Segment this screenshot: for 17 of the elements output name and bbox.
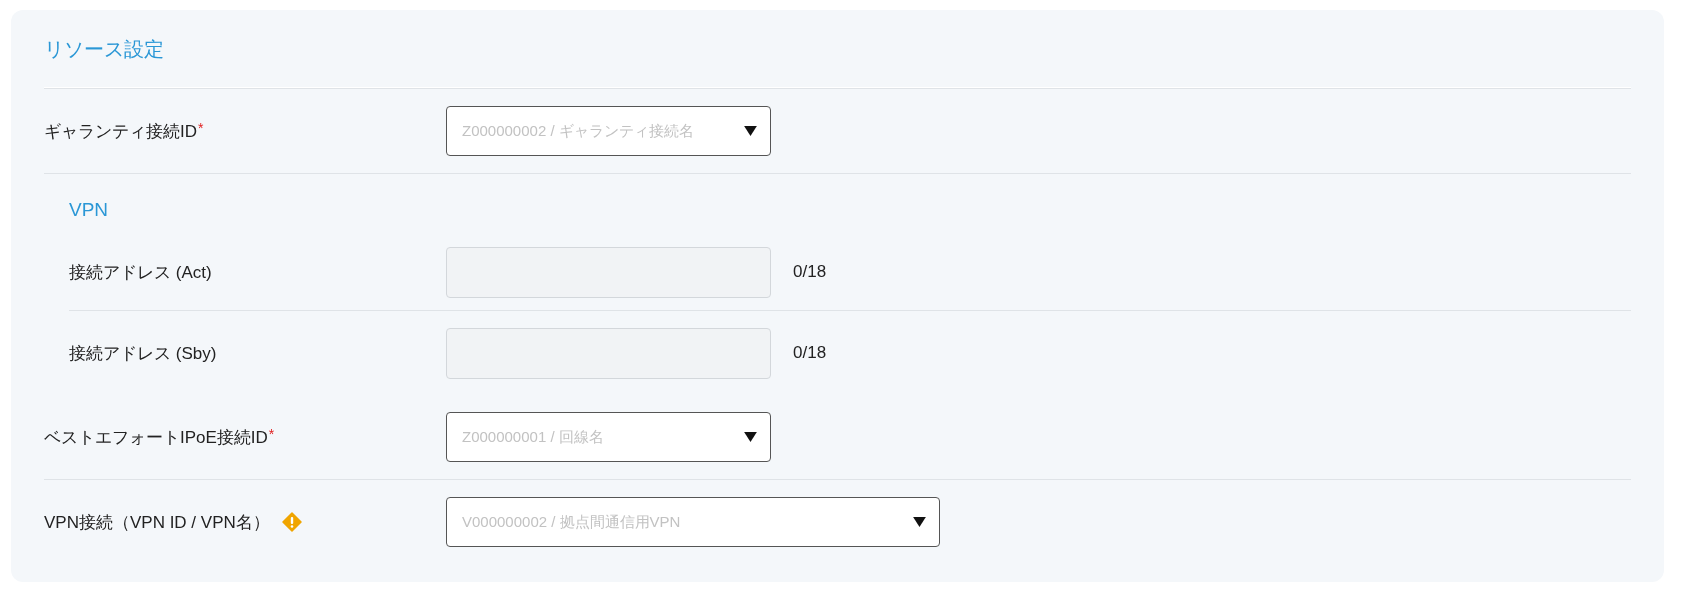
character-counter: 0/18 [793, 262, 827, 282]
select-dropdown[interactable]: Z000000001 / 回線名 [446, 412, 771, 462]
caret-icon [913, 517, 926, 527]
character-counter: 0/18 [793, 343, 827, 363]
field-label: VPN接続（VPN ID / VPN名） [44, 511, 270, 534]
required-mark: * [198, 119, 204, 136]
field-label: 接続アドレス (Sby) [69, 342, 217, 365]
field-label: 接続アドレス (Act) [69, 261, 212, 284]
required-mark: * [268, 425, 275, 442]
group-heading: VPN [68, 198, 110, 222]
caret-icon [744, 432, 757, 442]
select-dropdown[interactable]: V000000002 / 拠点間通信用VPN [446, 497, 940, 547]
field-label: ベストエフォートIPoE接続ID [44, 426, 268, 449]
select-dropdown[interactable]: Z000000002 / ギャランティ接続名 [446, 106, 771, 156]
section-title: リソース設定 [44, 10, 1631, 88]
field-label: ギャランティ接続ID [44, 120, 197, 143]
caret-icon [744, 126, 757, 136]
